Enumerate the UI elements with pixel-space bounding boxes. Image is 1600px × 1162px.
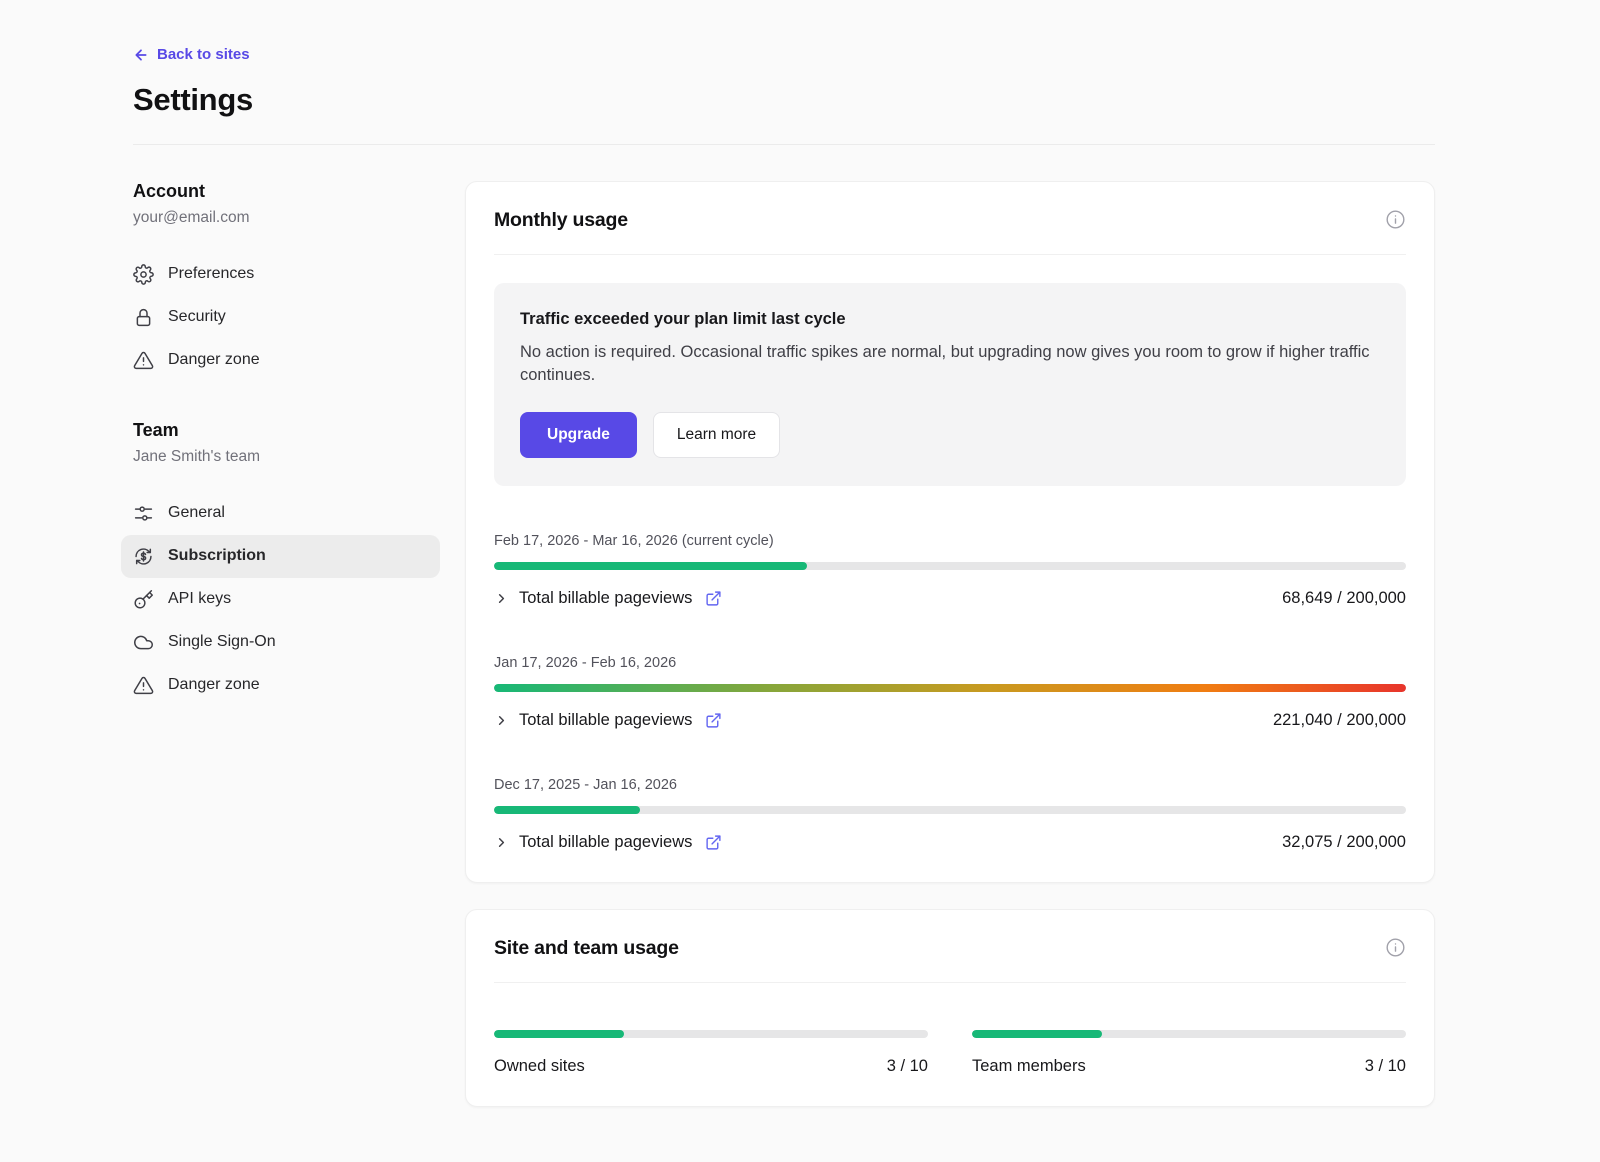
team-members-progress-bar (972, 1030, 1406, 1038)
external-link-icon[interactable] (705, 712, 722, 729)
monthly-usage-card: Monthly usage Traffic exceeded your plan… (465, 181, 1435, 884)
cycle-period: Dec 17, 2025 - Jan 16, 2026 (494, 777, 1406, 793)
usage-progress-fill (494, 562, 807, 570)
account-section-title: Account (133, 181, 440, 202)
alert-title: Traffic exceeded your plan limit last cy… (520, 310, 1380, 329)
back-to-sites-link[interactable]: Back to sites (133, 46, 250, 63)
alert-body: No action is required. Occasional traffi… (520, 341, 1380, 389)
sidebar-item-label: Danger zone (168, 351, 260, 369)
sidebar-item-label: Danger zone (168, 676, 260, 694)
usage-cycle-current: Feb 17, 2026 - Mar 16, 2026 (current cyc… (494, 533, 1406, 608)
warning-icon (133, 350, 154, 371)
usage-progress-fill (494, 806, 640, 814)
sidebar-item-single-sign-on[interactable]: Single Sign-On (121, 621, 440, 664)
sidebar-item-label: Single Sign-On (168, 633, 276, 651)
external-link-icon[interactable] (705, 590, 722, 607)
owned-sites-meter: Owned sites 3 / 10 (494, 1017, 928, 1076)
sidebar-item-api-keys[interactable]: API keys (121, 578, 440, 621)
settings-sidebar: Account your@email.com Preferences Secur… (133, 181, 440, 707)
pageviews-label: Total billable pageviews (519, 833, 692, 852)
team-members-progress-fill (972, 1030, 1102, 1038)
sliders-icon (133, 503, 154, 524)
site-team-usage-card: Site and team usage Owned sites 3 / 10 (465, 909, 1435, 1107)
settings-main: Monthly usage Traffic exceeded your plan… (465, 181, 1435, 1108)
team-section-title: Team (133, 420, 440, 441)
usage-progress-bar (494, 562, 1406, 570)
cycle-period: Jan 17, 2026 - Feb 16, 2026 (494, 655, 1406, 671)
sidebar-item-security[interactable]: Security (121, 296, 440, 339)
team-nav: General Subscription API keys (133, 492, 440, 707)
pageviews-value: 221,040 / 200,000 (1273, 711, 1406, 730)
chevron-right-icon (494, 835, 509, 850)
team-members-label: Team members (972, 1057, 1086, 1076)
warning-icon (133, 675, 154, 696)
sidebar-item-danger-zone-team[interactable]: Danger zone (121, 664, 440, 707)
back-link-label: Back to sites (157, 46, 250, 63)
team-name: Jane Smith's team (133, 448, 440, 466)
card-divider (494, 982, 1406, 983)
pageviews-expander[interactable]: Total billable pageviews (494, 833, 722, 852)
info-icon[interactable] (1385, 209, 1406, 230)
lock-icon (133, 307, 154, 328)
owned-sites-progress-fill (494, 1030, 624, 1038)
account-nav: Preferences Security Danger zone (133, 253, 440, 382)
usage-progress-bar (494, 806, 1406, 814)
gear-icon (133, 264, 154, 285)
site-team-usage-title: Site and team usage (494, 937, 679, 960)
info-icon[interactable] (1385, 937, 1406, 958)
pageviews-expander[interactable]: Total billable pageviews (494, 711, 722, 730)
owned-sites-progress-bar (494, 1030, 928, 1038)
settings-page: Back to sites Settings Account your@emai… (0, 0, 1600, 1147)
upgrade-button[interactable]: Upgrade (520, 412, 637, 458)
sidebar-item-subscription[interactable]: Subscription (121, 535, 440, 578)
owned-sites-label: Owned sites (494, 1057, 585, 1076)
team-members-value: 3 / 10 (1365, 1057, 1406, 1076)
arrow-left-icon (133, 47, 149, 63)
subscription-icon (133, 546, 154, 567)
sidebar-item-danger-zone-account[interactable]: Danger zone (121, 339, 440, 382)
monthly-usage-title: Monthly usage (494, 209, 628, 232)
key-icon (133, 589, 154, 610)
card-divider (494, 254, 1406, 255)
sidebar-spacer (133, 382, 440, 420)
sidebar-item-label: General (168, 504, 225, 522)
chevron-right-icon (494, 591, 509, 606)
usage-progress-fill (494, 684, 1406, 692)
cloud-icon (133, 632, 154, 653)
sidebar-item-label: API keys (168, 590, 231, 608)
team-members-meter: Team members 3 / 10 (972, 1017, 1406, 1076)
pageviews-label: Total billable pageviews (519, 589, 692, 608)
pageviews-value: 68,649 / 200,000 (1282, 589, 1406, 608)
sidebar-item-preferences[interactable]: Preferences (121, 253, 440, 296)
sidebar-item-label: Preferences (168, 265, 254, 283)
usage-progress-bar (494, 684, 1406, 692)
header-divider (133, 144, 1435, 145)
sidebar-item-general[interactable]: General (121, 492, 440, 535)
external-link-icon[interactable] (705, 834, 722, 851)
sidebar-item-label: Security (168, 308, 226, 326)
chevron-right-icon (494, 713, 509, 728)
account-email: your@email.com (133, 209, 440, 227)
learn-more-button[interactable]: Learn more (653, 412, 780, 458)
usage-cycle-older: Dec 17, 2025 - Jan 16, 2026 Total billab… (494, 777, 1406, 852)
pageviews-expander[interactable]: Total billable pageviews (494, 589, 722, 608)
page-title: Settings (133, 82, 1435, 118)
sidebar-item-label: Subscription (168, 547, 266, 565)
pageviews-label: Total billable pageviews (519, 711, 692, 730)
traffic-alert: Traffic exceeded your plan limit last cy… (494, 283, 1406, 487)
cycle-period: Feb 17, 2026 - Mar 16, 2026 (current cyc… (494, 533, 1406, 549)
owned-sites-value: 3 / 10 (887, 1057, 928, 1076)
pageviews-value: 32,075 / 200,000 (1282, 833, 1406, 852)
usage-cycle-previous: Jan 17, 2026 - Feb 16, 2026 Total billab… (494, 655, 1406, 730)
